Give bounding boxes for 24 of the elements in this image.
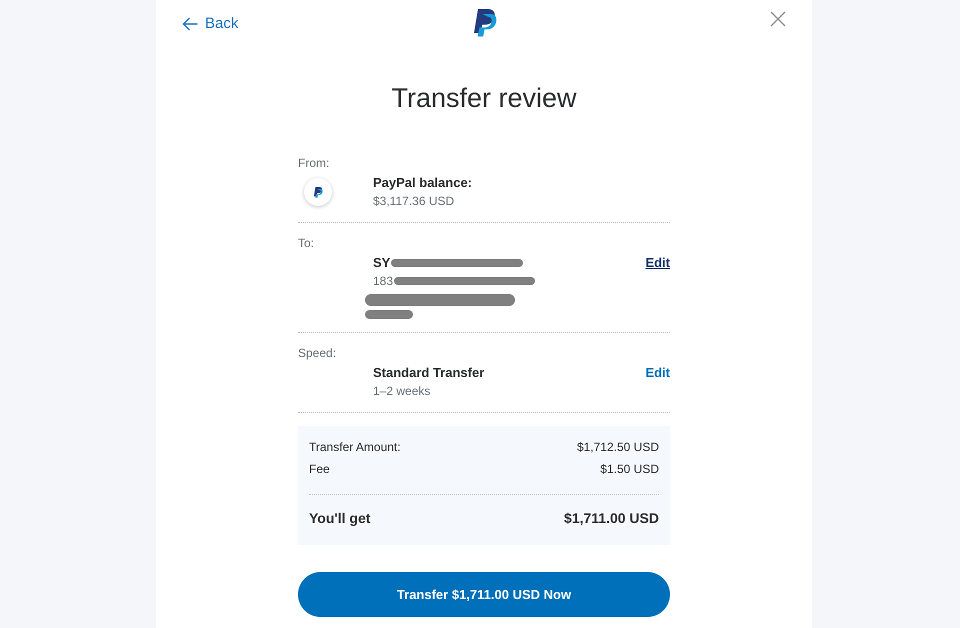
arrow-left-icon xyxy=(182,17,198,31)
logo-icon xyxy=(304,178,332,206)
summary-label: Transfer Amount: xyxy=(309,439,401,456)
section-label: To: xyxy=(298,235,316,251)
total-label: You'll get xyxy=(309,509,370,528)
item-title: Standard Transfer xyxy=(373,364,484,382)
close-icon[interactable] xyxy=(770,11,786,27)
summary-value: $1.50 USD xyxy=(600,461,659,478)
item-title: SY xyxy=(373,254,390,272)
section-label: Speed: xyxy=(298,345,338,361)
item-detail: $3,117.36 USD xyxy=(373,193,454,210)
total-value: $1,711.00 USD xyxy=(564,509,659,528)
logo-icon xyxy=(472,9,496,37)
summary-label: Fee xyxy=(309,461,330,478)
summary-value: $1,712.50 USD xyxy=(576,439,659,456)
edit-link[interactable]: Edit xyxy=(645,364,670,382)
page-title: Transfer review xyxy=(390,82,578,115)
transfer-button[interactable]: Transfer $1,711.00 USD Now xyxy=(298,572,670,617)
item-detail: 1–2 weeks xyxy=(373,383,430,400)
item-detail: 183 xyxy=(373,273,394,290)
section-label: From: xyxy=(298,155,330,171)
edit-link[interactable]: Edit xyxy=(645,254,670,272)
item-title: PayPal balance: xyxy=(373,174,472,192)
back-button[interactable]: Back xyxy=(182,14,238,34)
